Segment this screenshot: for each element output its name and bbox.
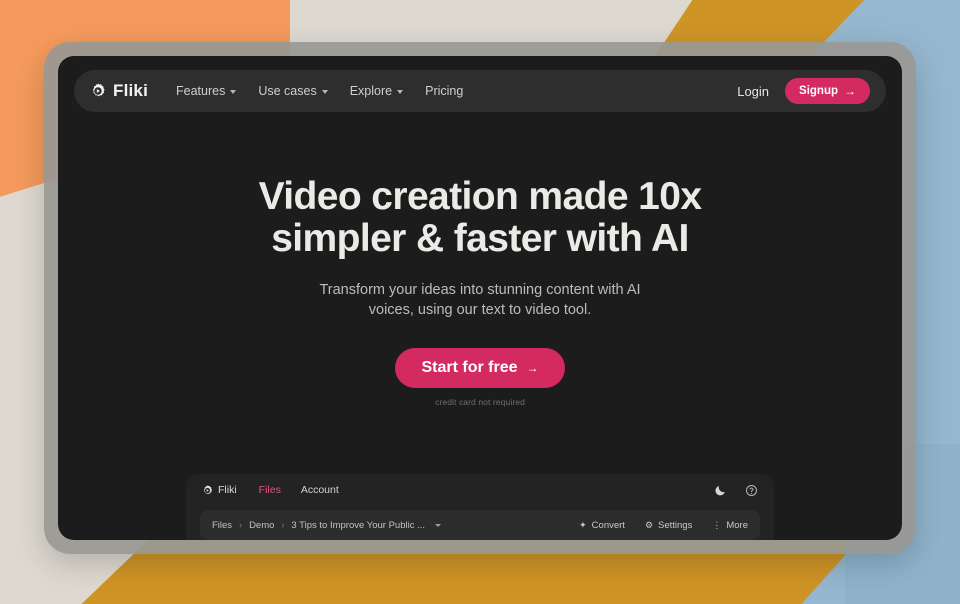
breadcrumb: Files › Demo › 3 Tips to Improve Your Pu… <box>212 520 442 531</box>
more-vertical-icon: ⋮ <box>712 519 722 530</box>
signup-button-label: Signup <box>799 85 838 97</box>
help-circle-icon[interactable] <box>745 484 758 497</box>
arrow-right-icon: → <box>844 84 856 98</box>
nav-item-features-label: Features <box>176 84 226 98</box>
moon-icon[interactable] <box>714 484 727 497</box>
arrow-right-icon: → <box>526 361 539 376</box>
device-frame: Fliki Features Use cases Explore Pricing… <box>44 42 916 554</box>
more-button[interactable]: ⋮ More <box>712 520 748 531</box>
device-screen: Fliki Features Use cases Explore Pricing… <box>58 56 902 540</box>
breadcrumb-separator: › <box>281 520 285 530</box>
site-logo[interactable]: Fliki <box>90 81 148 101</box>
nav-item-use-cases[interactable]: Use cases <box>258 84 328 98</box>
nav-item-pricing[interactable]: Pricing <box>425 84 463 98</box>
gear-icon: ⚙ <box>644 519 654 530</box>
convert-button[interactable]: ✦ Convert <box>579 520 625 531</box>
screenshot-stage: Fliki Features Use cases Explore Pricing… <box>0 0 960 604</box>
app-tab-files[interactable]: Files <box>259 484 281 496</box>
cta-button-label: Start for free <box>421 359 518 377</box>
breadcrumb-item-demo[interactable]: Demo <box>249 520 274 531</box>
app-toolbar-actions: ✦ Convert ⚙ Settings ⋮ More <box>579 520 748 531</box>
app-brand-name: Fliki <box>218 484 237 496</box>
hero-title-line-1: Video creation made 10x <box>258 175 702 218</box>
hero-section: Video creation made 10x simpler & faster… <box>58 176 902 408</box>
nav-item-explore[interactable]: Explore <box>349 84 404 98</box>
breadcrumb-item-files[interactable]: Files <box>212 520 232 531</box>
app-preview-panel: Fliki Files Account Files › Demo › 3 Tip… <box>186 474 774 540</box>
settings-button-label: Settings <box>658 519 693 531</box>
convert-icon: ✦ <box>579 519 587 530</box>
chevron-down-icon <box>397 90 404 94</box>
nav-item-features[interactable]: Features <box>176 84 237 98</box>
convert-button-label: Convert <box>591 519 625 531</box>
hero-title-line-2: simpler & faster with AI <box>271 216 689 260</box>
navbar-actions: Login Signup → <box>737 78 870 104</box>
site-navbar: Fliki Features Use cases Explore Pricing… <box>74 70 886 112</box>
app-tab-account[interactable]: Account <box>301 484 339 496</box>
breadcrumb-item-current[interactable]: 3 Tips to Improve Your Public ... <box>291 520 425 531</box>
chevron-down-icon[interactable] <box>435 523 442 527</box>
app-logo[interactable]: Fliki <box>202 484 237 496</box>
hero-subtitle: Transform your ideas into stunning conte… <box>319 282 641 318</box>
more-button-label: More <box>726 519 748 531</box>
settings-button[interactable]: ⚙ Settings <box>645 520 692 531</box>
gear-play-icon <box>202 484 213 496</box>
nav-item-pricing-label: Pricing <box>425 84 464 98</box>
nav-item-explore-label: Explore <box>349 84 393 98</box>
chevron-down-icon <box>230 90 237 94</box>
app-toolbar: Files › Demo › 3 Tips to Improve Your Pu… <box>200 510 760 540</box>
hero-title: Video creation made 10x simpler & faster… <box>220 176 740 259</box>
start-for-free-button[interactable]: Start for free → <box>395 348 565 389</box>
gear-play-icon <box>90 83 106 99</box>
signup-button[interactable]: Signup → <box>785 78 870 104</box>
nav-item-use-cases-label: Use cases <box>258 84 317 98</box>
site-brand-name: Fliki <box>113 81 149 100</box>
cta-note: credit card not required <box>435 397 525 408</box>
chevron-down-icon <box>321 90 328 94</box>
site-nav-links: Features Use cases Explore Pricing <box>176 84 463 98</box>
login-link[interactable]: Login <box>737 84 769 99</box>
app-topbar: Fliki Files Account <box>186 474 774 506</box>
breadcrumb-separator: › <box>239 520 243 530</box>
app-top-icons <box>714 484 758 497</box>
